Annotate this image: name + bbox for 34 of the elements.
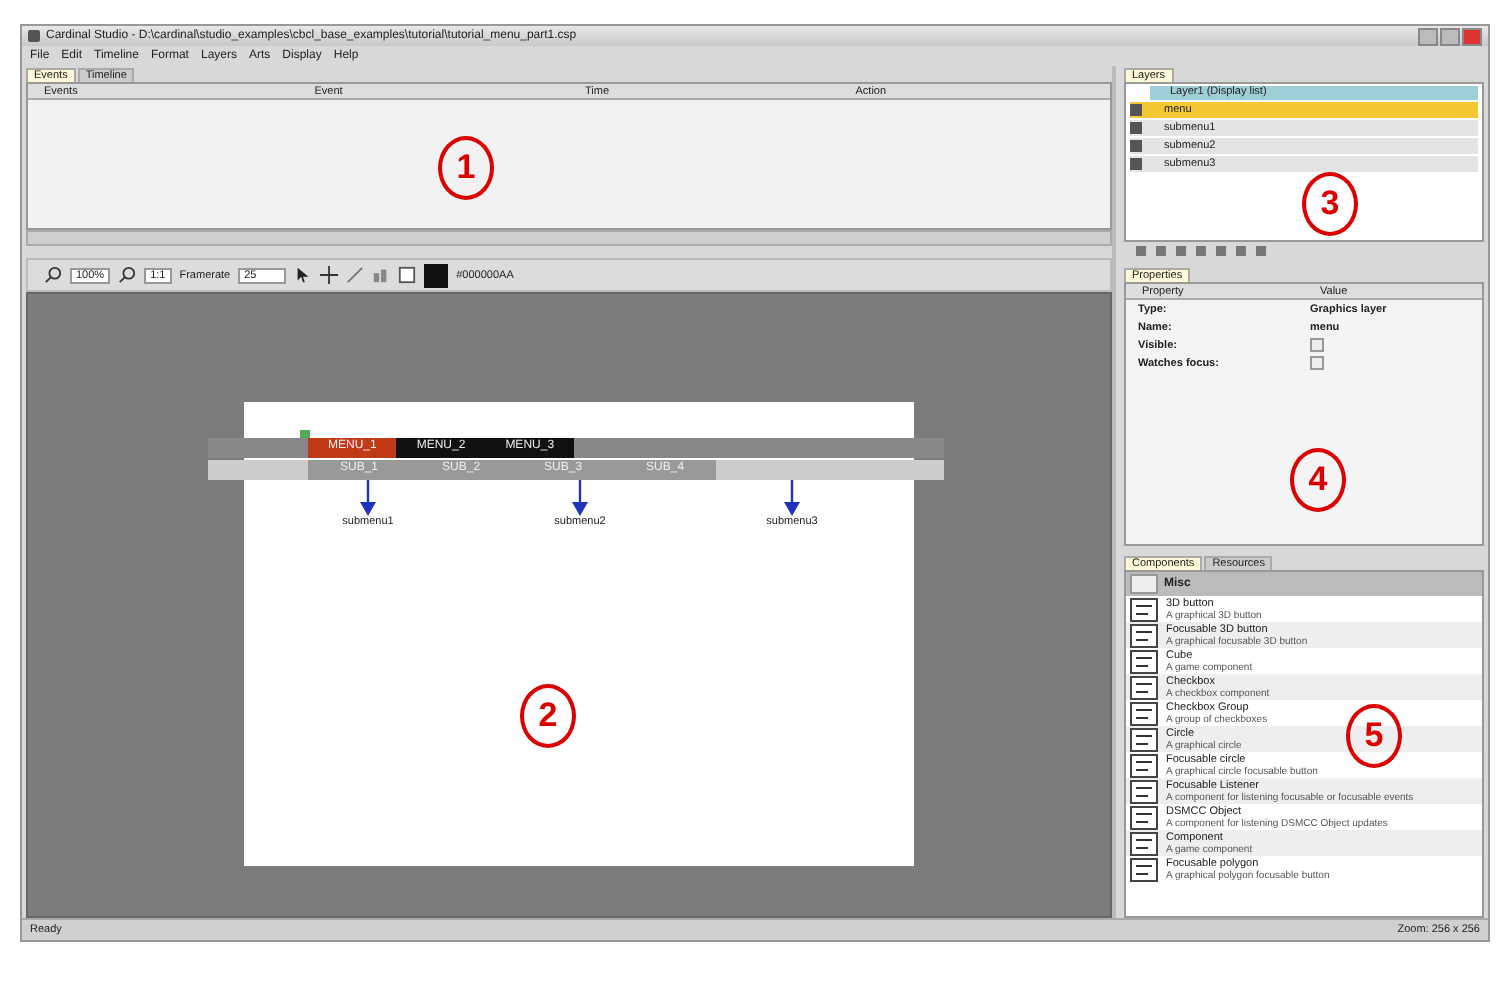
- minimize-button[interactable]: [1418, 27, 1438, 45]
- checkbox[interactable]: [1310, 356, 1324, 370]
- component-icon: [1130, 675, 1158, 699]
- align-icon[interactable]: [372, 266, 391, 284]
- frame-icon[interactable]: [398, 266, 417, 284]
- color-swatch[interactable]: [424, 263, 449, 287]
- annotation-marker: 1: [438, 136, 494, 200]
- annotation-marker: 3: [1302, 172, 1358, 236]
- component-icon: [1130, 727, 1158, 751]
- component-icon: [1130, 649, 1158, 673]
- component-icon: [1130, 753, 1158, 777]
- annotation-marker: 5: [1346, 704, 1402, 768]
- annotation-marker: 2: [520, 684, 576, 748]
- zoom-in-icon[interactable]: [118, 266, 137, 284]
- component-icon: [1130, 857, 1158, 881]
- link-arrow: [360, 480, 376, 516]
- pointer-icon[interactable]: [294, 266, 313, 284]
- maximize-button[interactable]: [1440, 27, 1460, 45]
- link-arrow: [572, 480, 588, 516]
- component-icon: [1130, 805, 1158, 829]
- move-icon[interactable]: [320, 266, 339, 284]
- annotation-marker: 4: [1290, 448, 1346, 512]
- collapse-button[interactable]: [1130, 574, 1158, 594]
- app-icon: [28, 30, 40, 42]
- component-icon: [1130, 831, 1158, 855]
- component-icon: [1130, 623, 1158, 647]
- component-icon: [1130, 779, 1158, 803]
- link-arrow: [784, 480, 800, 516]
- close-button[interactable]: [1462, 27, 1482, 45]
- component-icon: [1130, 597, 1158, 621]
- line-icon[interactable]: [346, 266, 365, 284]
- component-icon: [1130, 701, 1158, 725]
- zoom-out-icon[interactable]: [44, 266, 62, 284]
- checkbox[interactable]: [1310, 338, 1324, 352]
